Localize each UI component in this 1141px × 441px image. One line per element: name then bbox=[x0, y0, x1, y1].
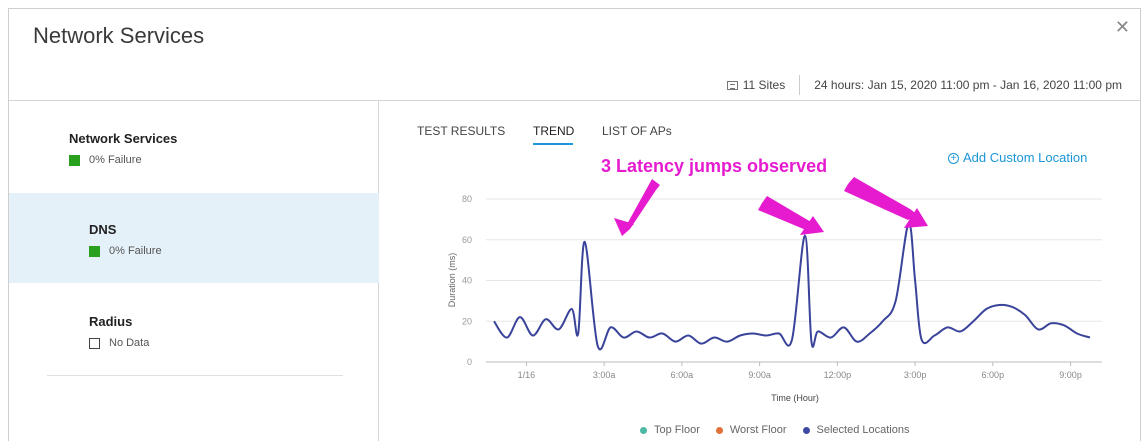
legend-label: Selected Locations bbox=[816, 424, 910, 436]
x-tick-label: 6:00a bbox=[671, 370, 694, 380]
legend-item-top-floor[interactable]: Top Floor bbox=[640, 424, 700, 436]
x-tick-label: 3:00a bbox=[593, 370, 616, 380]
y-tick-label: 0 bbox=[467, 357, 472, 367]
annotation-arrows bbox=[614, 177, 928, 236]
y-axis-label: Duration (ms) bbox=[447, 253, 457, 308]
x-tick-label: 9:00a bbox=[748, 370, 771, 380]
x-tick-label: 9:00p bbox=[1059, 370, 1082, 380]
trend-chart: 0 20 40 60 80 1/16 3:00a 6:00a 9:00a 12:00p 3:00p… bbox=[447, 177, 1102, 403]
x-tick-label: 1/16 bbox=[518, 370, 536, 380]
legend-dot bbox=[715, 426, 723, 434]
chart-legend: Top Floor Worst Floor Selected Locations bbox=[640, 424, 925, 436]
y-tick-label: 60 bbox=[462, 235, 472, 245]
legend-label: Top Floor bbox=[654, 424, 700, 436]
legend-item-selected-locations[interactable]: Selected Locations bbox=[802, 424, 910, 436]
series-line-selected-locations bbox=[493, 222, 1091, 351]
legend-label: Worst Floor bbox=[729, 424, 787, 436]
x-tick-label: 3:00p bbox=[904, 370, 927, 380]
x-tick-label: 12:00p bbox=[824, 370, 852, 380]
x-tick-label: 6:00p bbox=[982, 370, 1005, 380]
y-tick-label: 80 bbox=[462, 194, 472, 204]
legend-item-worst-floor[interactable]: Worst Floor bbox=[715, 424, 787, 436]
x-axis-label: Time (Hour) bbox=[771, 393, 819, 403]
legend-dot bbox=[802, 426, 810, 434]
y-tick-label: 40 bbox=[462, 276, 472, 286]
legend-dot bbox=[640, 426, 647, 434]
y-tick-label: 20 bbox=[462, 316, 472, 326]
